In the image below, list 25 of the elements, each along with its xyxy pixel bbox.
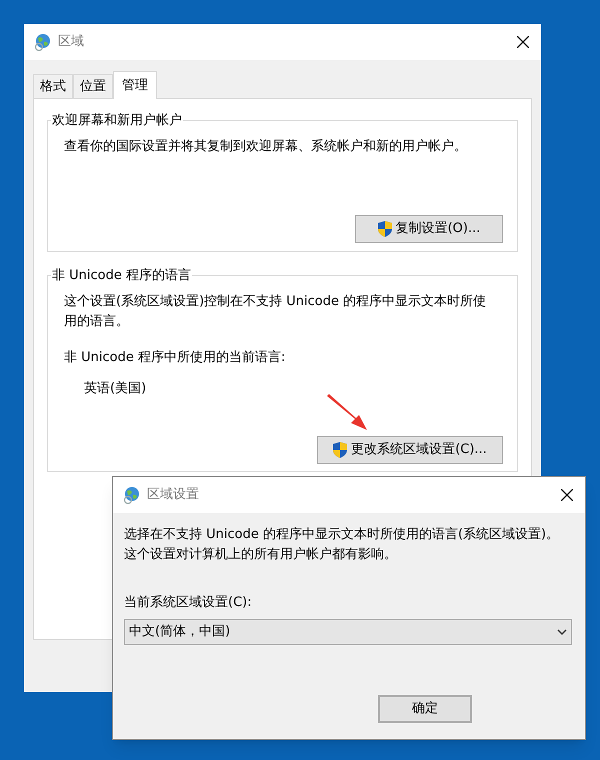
description-text: 查看你的国际设置并将其复制到欢迎屏幕、系统帐户和新的用户帐户。 <box>64 138 468 156</box>
tab[interactable]: 位置 <box>73 74 113 98</box>
description-text: 选择在不支持 Unicode 的程序中显示文本时所使用的语言(系统区域设置)。这个设置对计算机上的所有用户帐户都有影响。 <box>124 526 560 564</box>
window-title: 区域设置 <box>147 486 200 504</box>
button[interactable]: 复制设置(O)... <box>355 214 503 242</box>
chevron-down-icon <box>557 628 567 634</box>
group-title: 欢迎屏幕和新用户帐户 <box>51 112 183 130</box>
button[interactable]: 确定 <box>378 695 472 723</box>
value-text: 英语(美国) <box>84 380 148 398</box>
label-text: 非 Unicode 程序中所使用的当前语言: <box>64 348 286 366</box>
close-icon[interactable] <box>517 36 529 48</box>
shield-icon <box>378 220 392 236</box>
tab[interactable]: 管理 <box>113 71 157 99</box>
button[interactable]: 更改系统区域设置(C)... <box>317 436 503 464</box>
globe-icon <box>34 33 52 51</box>
shield-icon <box>333 442 348 458</box>
tab[interactable]: 格式 <box>33 74 73 98</box>
description-text: 这个设置(系统区域设置)控制在不支持 Unicode 的程序中显示文本时所使用的语言。 <box>64 292 488 330</box>
window-title: 区域 <box>58 33 85 52</box>
group-title: 非 Unicode 程序的语言 <box>51 267 192 285</box>
close-icon[interactable] <box>561 489 573 501</box>
globe-icon <box>123 486 141 504</box>
annotation-arrow <box>325 394 369 432</box>
dropdown[interactable]: 中文(简体，中国) <box>124 618 572 644</box>
field-label: 当前系统区域设置(C): <box>124 594 253 612</box>
